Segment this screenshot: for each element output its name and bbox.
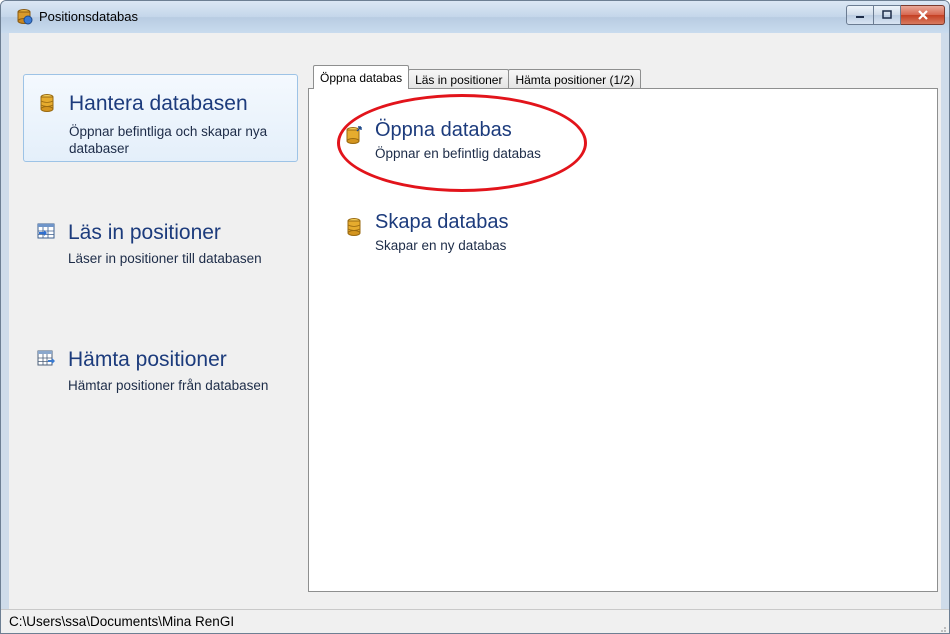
nav-title: Hantera databasen — [69, 92, 248, 115]
window-title: Positionsdatabas — [39, 9, 139, 24]
action-description: Öppnar en befintlig databas — [375, 146, 541, 161]
action-title: Skapa databas — [375, 211, 509, 233]
nav-item-hamta-positioner[interactable]: Hämta positioner Hämtar positioner från … — [23, 331, 298, 419]
open-database-action[interactable]: Öppna databas Öppnar en befintlig databa… — [339, 119, 579, 169]
title-bar[interactable]: Positionsdatabas — [1, 1, 949, 33]
nav-item-las-in-positioner[interactable]: Läs in positioner Läser in positioner ti… — [23, 204, 298, 292]
maximize-button[interactable] — [874, 5, 901, 25]
new-database-icon — [345, 217, 363, 237]
tab-las-in-positioner[interactable]: Läs in positioner — [408, 69, 510, 89]
tab-label: Läs in positioner — [415, 72, 503, 87]
close-icon — [917, 10, 928, 20]
open-database-icon — [345, 125, 363, 145]
tab-label: Öppna databas — [320, 70, 403, 85]
close-button[interactable] — [901, 5, 945, 25]
nav-description: Läser in positioner till databasen — [68, 251, 262, 266]
database-app-icon — [15, 8, 33, 26]
create-database-action[interactable]: Skapa databas Skapar en ny databas — [339, 211, 539, 261]
minimize-icon — [856, 16, 864, 18]
nav-description: Öppnar befintliga och skapar nya databas… — [69, 124, 268, 156]
action-description: Skapar en ny databas — [375, 238, 507, 253]
resize-grip-icon[interactable] — [937, 623, 947, 633]
minimize-button[interactable] — [846, 5, 874, 25]
maximize-icon — [882, 10, 892, 19]
app-window: Positionsdatabas Hantera databasen Öppna… — [0, 0, 950, 634]
tab-strip: Öppna databas Läs in positioner Hämta po… — [313, 65, 642, 89]
nav-item-hantera-databasen[interactable]: Hantera databasen Öppnar befintliga och … — [23, 74, 298, 162]
tab-hamta-positioner[interactable]: Hämta positioner (1/2) — [508, 69, 642, 89]
status-bar: C:\Users\ssa\Documents\Mina RenGI — [1, 609, 949, 633]
action-title: Öppna databas — [375, 119, 512, 141]
status-path: C:\Users\ssa\Documents\Mina RenGI — [9, 614, 235, 629]
export-table-icon — [37, 349, 55, 369]
window-controls — [846, 5, 945, 27]
import-table-icon — [37, 222, 55, 242]
database-icon — [38, 93, 56, 113]
tab-label: Hämta positioner (1/2) — [515, 72, 635, 87]
nav-title: Läs in positioner — [68, 221, 221, 244]
nav-description: Hämtar positioner från databasen — [68, 378, 269, 393]
nav-title: Hämta positioner — [68, 348, 227, 371]
tab-oppna-databas[interactable]: Öppna databas — [313, 65, 410, 89]
